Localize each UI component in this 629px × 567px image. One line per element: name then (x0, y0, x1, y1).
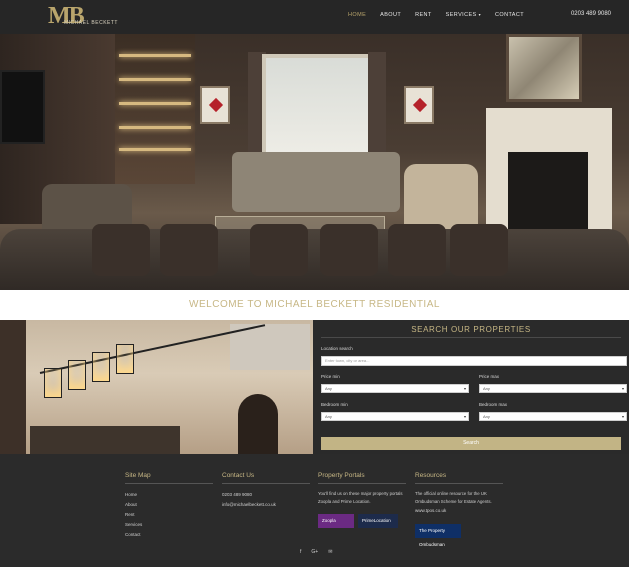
resources-text: The official online resource for the UK … (415, 491, 492, 504)
shelf (119, 102, 191, 105)
chevron-down-icon: ▾ (463, 414, 466, 419)
artwork-motif (208, 97, 224, 113)
price-max-value: Any (483, 386, 490, 391)
main-nav: HOME ABOUT RENT SERVICES ▾ CONTACT (348, 12, 524, 18)
sitemap-title: Site Map (125, 472, 213, 484)
chevron-down-icon: ▾ (621, 386, 624, 391)
bedroom-max-value: Any (483, 414, 490, 419)
hero-cushion (320, 224, 378, 276)
welcome-banner: WELCOME TO MICHAEL BECKETT RESIDENTIAL (0, 290, 629, 320)
footer-email[interactable]: info@michaelbeckett.co.uk (222, 500, 310, 510)
hero-cushion (250, 224, 308, 276)
price-max-select[interactable]: Any ▾ (479, 384, 627, 393)
property-ombudsman-logo[interactable]: The Property Ombudsman (415, 524, 461, 547)
search-button[interactable]: Search (321, 437, 621, 450)
site-footer: Site Map Home About Rent Services Contac… (0, 454, 629, 567)
header-phone[interactable]: 0203 489 9080 (571, 11, 611, 17)
pendant-light (92, 352, 110, 382)
hero-cushion (92, 224, 150, 276)
divider (321, 337, 621, 338)
site-header: MB MICHAEL BECKETT HOME ABOUT RENT SERVI… (0, 0, 629, 34)
shelf (119, 148, 191, 151)
nav-contact[interactable]: CONTACT (495, 12, 524, 18)
nav-about[interactable]: ABOUT (380, 12, 401, 18)
hero-shelves (115, 34, 195, 184)
contact-title: Contact Us (222, 472, 310, 484)
price-min-value: Any (325, 386, 332, 391)
tpos-link[interactable]: www.tpos.co.uk (415, 506, 503, 516)
footer-contact: Contact Us 0203 489 9080 info@michaelbec… (222, 472, 310, 510)
logo-subtitle: MICHAEL BECKETT (64, 20, 118, 26)
facebook-icon[interactable]: f (300, 549, 301, 555)
shelf (119, 54, 191, 57)
resources-title: Resources (415, 472, 503, 484)
shelf (119, 126, 191, 129)
footer-link-rent[interactable]: Rent (125, 510, 213, 520)
hero-artwork (200, 86, 230, 124)
footer-phone[interactable]: 0203 489 9080 (222, 490, 310, 500)
site-logo[interactable]: MB MICHAEL BECKETT (48, 3, 118, 31)
bedroom-min-label: Bedroom min (321, 402, 348, 407)
hero-cushion (450, 224, 508, 276)
portals-title: Property Portals (318, 472, 406, 484)
dining-arch (238, 394, 278, 454)
primelocation-logo[interactable]: PrimeLocation (358, 514, 398, 528)
footer-portals: Property Portals You'll find us on these… (318, 472, 406, 528)
search-title: SEARCH OUR PROPERTIES (411, 325, 531, 334)
hero-mirror (506, 34, 582, 102)
price-min-label: Price min (321, 374, 340, 379)
google-plus-icon[interactable]: G+ (311, 549, 318, 555)
hero-cushion (388, 224, 446, 276)
hero-artwork (404, 86, 434, 124)
hero-cushion (160, 224, 218, 276)
nav-rent[interactable]: RENT (415, 12, 432, 18)
chevron-down-icon: ▾ (463, 386, 466, 391)
nav-home[interactable]: HOME (348, 12, 366, 18)
location-label: Location search (321, 346, 353, 351)
hero-sofa (232, 152, 400, 212)
footer-link-services[interactable]: Services (125, 520, 213, 530)
dining-image (0, 320, 313, 454)
hero-firebox (508, 152, 588, 232)
artwork-motif (412, 97, 428, 113)
bedroom-max-label: Bedroom max (479, 402, 508, 407)
pendant-light (44, 368, 62, 398)
zoopla-logo[interactable]: Zoopla (318, 514, 354, 528)
bedroom-min-value: Any (325, 414, 332, 419)
pendant-light (116, 344, 134, 374)
footer-sitemap: Site Map Home About Rent Services Contac… (125, 472, 213, 540)
hero-image (0, 34, 629, 290)
footer-link-about[interactable]: About (125, 500, 213, 510)
chevron-down-icon: ▾ (478, 12, 482, 17)
shelf (119, 78, 191, 81)
price-max-label: Price max (479, 374, 500, 379)
welcome-heading: WELCOME TO MICHAEL BECKETT RESIDENTIAL (189, 299, 440, 310)
nav-services[interactable]: SERVICES ▾ (446, 12, 481, 18)
email-icon[interactable]: ✉ (328, 549, 332, 555)
chevron-down-icon: ▾ (621, 414, 624, 419)
pendant-light (68, 360, 86, 390)
footer-link-contact[interactable]: Contact (125, 530, 213, 540)
price-min-select[interactable]: Any ▾ (321, 384, 469, 393)
bedroom-min-select[interactable]: Any ▾ (321, 412, 469, 421)
portals-text: You'll find us on these major property p… (318, 491, 403, 504)
nav-services-label: SERVICES (445, 12, 477, 18)
dining-wall (0, 320, 26, 454)
hero-tv (0, 70, 45, 144)
property-search-panel: SEARCH OUR PROPERTIES Location search En… (313, 320, 629, 454)
location-search-input[interactable]: Enter town, city or area... (321, 356, 627, 366)
footer-resources: Resources The official online resource f… (415, 472, 503, 551)
footer-link-home[interactable]: Home (125, 490, 213, 500)
social-links: f G+ ✉ (300, 549, 332, 555)
bedroom-max-select[interactable]: Any ▾ (479, 412, 627, 421)
dining-table (30, 426, 180, 454)
